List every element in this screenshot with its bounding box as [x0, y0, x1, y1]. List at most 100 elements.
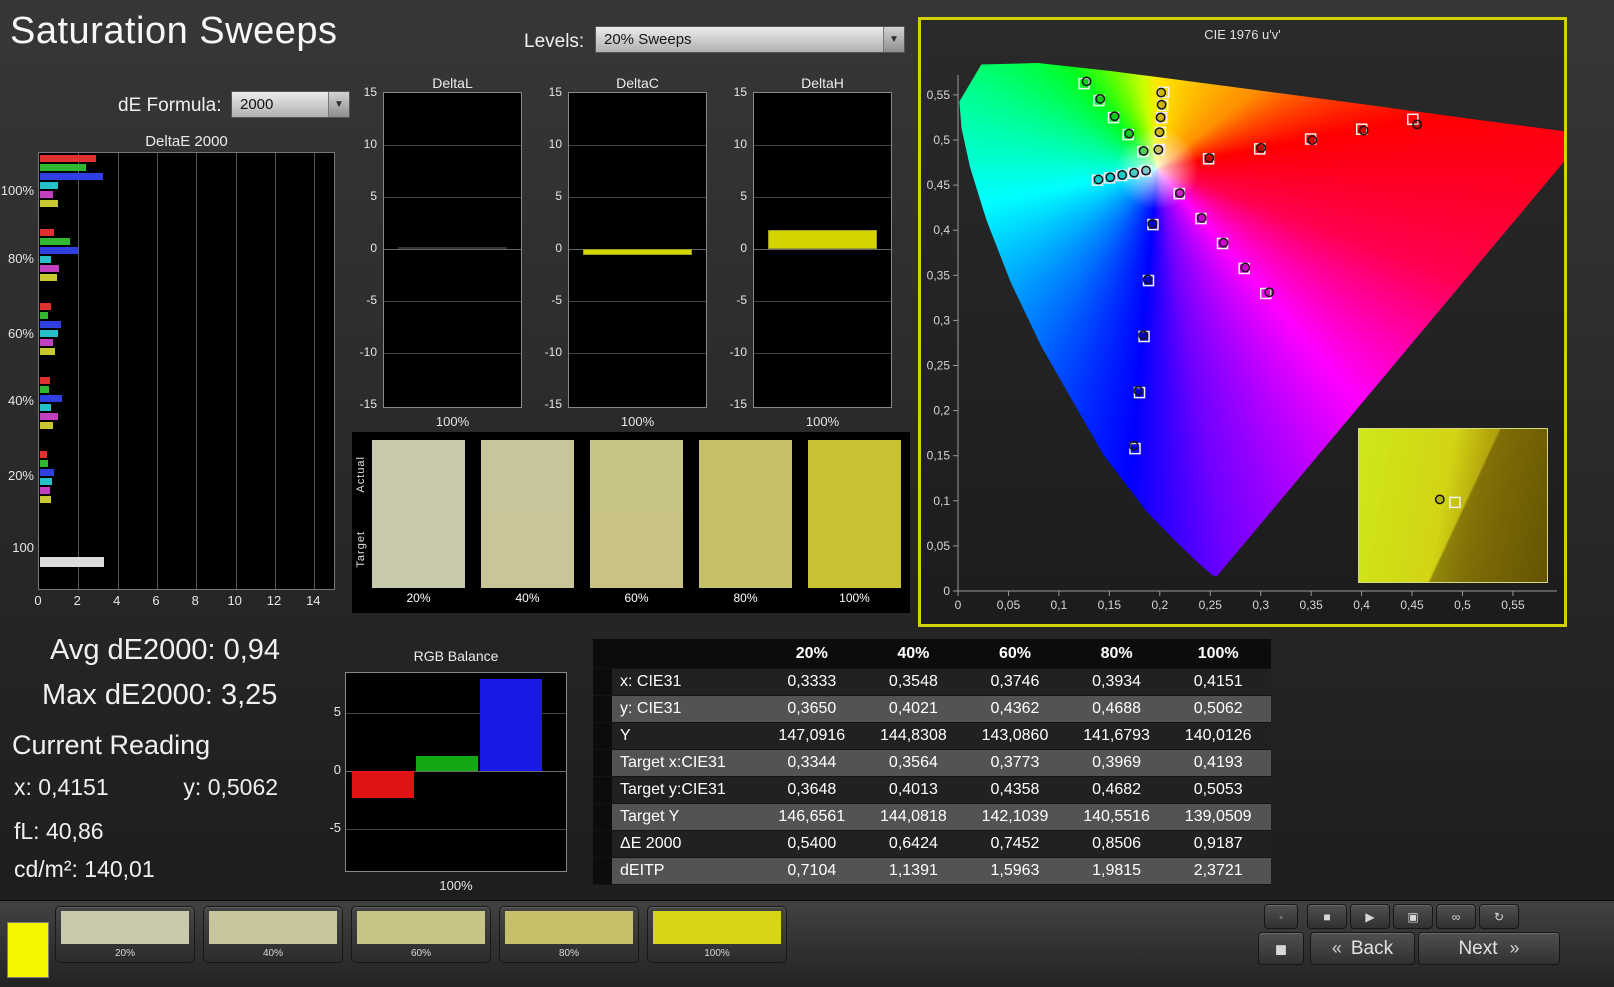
y-tick-label: 80% — [0, 251, 34, 266]
transport-button[interactable]: ▣ — [1393, 904, 1433, 929]
transport-button[interactable]: ∞ — [1436, 904, 1476, 929]
measured-marker — [1241, 263, 1249, 271]
x-tick-label: 0 — [955, 598, 962, 612]
patch-button-60%[interactable]: 60% — [351, 906, 491, 963]
rgb-balance-plot — [345, 672, 567, 872]
green-bar — [416, 756, 478, 771]
y-tick-label: 10 — [348, 137, 377, 151]
table-row: Target Y146,6561144,0818142,1039140,5516… — [593, 804, 1271, 831]
corner — [593, 639, 612, 668]
chart-deltah: DeltaH151050-5-10-15100% — [718, 75, 894, 431]
y-tick-label: 60% — [0, 326, 34, 341]
table-row: Target x:CIE310,33440,35640,37730,39690,… — [593, 750, 1271, 777]
gridline — [754, 301, 891, 302]
y-tick-label: 15 — [533, 85, 562, 99]
next-label: Next — [1458, 938, 1497, 960]
x-tick-label: 0,1 — [1051, 598, 1068, 612]
gridline — [236, 153, 237, 589]
y-tick-label: 5 — [348, 189, 377, 203]
row-label: Target Y — [612, 804, 761, 830]
de-bar — [40, 404, 51, 411]
cell-value: 142,1039 — [964, 804, 1066, 830]
patch-swatch — [653, 911, 781, 944]
y-tick-label: 0 — [325, 762, 341, 777]
patch-button-20%[interactable]: 20% — [55, 906, 195, 963]
measured-marker — [1155, 128, 1163, 136]
next-button[interactable]: Next» — [1418, 932, 1560, 965]
cell-value: 1,1391 — [863, 858, 965, 884]
column-header: 60% — [964, 639, 1066, 668]
x-tick-label: 0,55 — [1501, 598, 1525, 612]
cell-value: 0,4021 — [863, 696, 965, 722]
patch-window-button[interactable]: ◼ — [1258, 932, 1304, 965]
patch-swatch — [505, 911, 633, 944]
levels-select[interactable]: 20% Sweeps ▼ — [595, 26, 905, 53]
y-tick-label: 0,35 — [927, 268, 951, 282]
de-bar — [40, 377, 50, 384]
measured-marker — [1148, 220, 1156, 228]
cell-value: 0,4362 — [964, 696, 1066, 722]
x-axis-label: 100% — [383, 414, 522, 429]
cdm2-reading-label: cd/m²: — [14, 856, 78, 882]
patch-button-100%[interactable]: 100% — [647, 906, 787, 963]
x-axis-label: 100% — [345, 878, 567, 893]
cell-value: 143,0860 — [964, 723, 1066, 749]
y-tick-label: 40% — [0, 393, 34, 408]
measured-marker — [1139, 331, 1147, 339]
x-tick-label: 0,45 — [1400, 598, 1424, 612]
y-tick-label: 0 — [943, 584, 950, 598]
delta-e-2000-chart: DeltaE 2000 02468101214100%80%60%40%20%1… — [0, 133, 345, 618]
swatch-label: 40% — [481, 591, 574, 605]
y-tick-label: -10 — [533, 345, 562, 359]
cell-value: 0,4682 — [1066, 777, 1168, 803]
plot — [568, 92, 707, 408]
de-formula-select[interactable]: 2000 ▼ — [231, 91, 350, 118]
de-bar — [40, 191, 53, 198]
red-bar — [352, 771, 414, 798]
row-label — [612, 639, 761, 668]
row-label: Target x:CIE31 — [612, 750, 761, 776]
cell-value: 0,7452 — [964, 831, 1066, 857]
y-tick-label: 0,55 — [927, 88, 951, 102]
preview-toggle-button[interactable]: ▫ — [1264, 904, 1298, 929]
patch-button-40%[interactable]: 40% — [203, 906, 343, 963]
measured-marker — [1134, 387, 1142, 395]
measured-marker — [1308, 136, 1316, 144]
measured-marker — [1198, 214, 1206, 222]
cell-value: 0,5062 — [1167, 696, 1269, 722]
transport-button[interactable]: ↻ — [1479, 904, 1519, 929]
swatch-label: 100% — [808, 591, 901, 605]
de-bar — [40, 182, 58, 189]
x-tick-label: 0,3 — [1252, 598, 1269, 612]
cell-value: 0,3746 — [964, 669, 1066, 695]
patch-label: 40% — [204, 948, 342, 959]
y-reading-value: 0,5062 — [208, 774, 278, 800]
measured-marker — [1130, 169, 1138, 177]
cie-diagram-panel: CIE 1976 u'v' 00,050,10,150,20,250,30,35… — [918, 17, 1567, 627]
y-tick-label: 0 — [533, 241, 562, 255]
cell-value: 0,8506 — [1066, 831, 1168, 857]
y-tick-label: 100 — [0, 540, 34, 555]
cie-inset-zoom — [1358, 428, 1548, 583]
back-button[interactable]: «Back — [1310, 932, 1415, 965]
patch-button-80%[interactable]: 80% — [499, 906, 639, 963]
measured-marker — [1143, 275, 1151, 283]
x-tick-label: 0,5 — [1454, 598, 1471, 612]
gridline — [754, 353, 891, 354]
measured-marker — [1205, 154, 1213, 162]
measured-marker — [1219, 239, 1227, 247]
transport-button[interactable]: ■ — [1307, 904, 1347, 929]
row-strip — [593, 831, 612, 857]
cell-value: 140,5516 — [1066, 804, 1168, 830]
gridline — [78, 153, 79, 589]
measured-marker — [1265, 288, 1273, 296]
target-swatch — [481, 514, 574, 588]
chart-deltal: DeltaL151050-5-10-15100% — [348, 75, 524, 431]
x-tick-label: 12 — [262, 593, 286, 608]
patch-label: 100% — [648, 948, 786, 959]
transport-button[interactable]: ▶ — [1350, 904, 1390, 929]
cdm2-reading: cd/m²: 140,01 — [14, 856, 155, 883]
gridline — [384, 145, 521, 146]
gridline — [569, 197, 706, 198]
measured-marker — [1176, 189, 1184, 197]
